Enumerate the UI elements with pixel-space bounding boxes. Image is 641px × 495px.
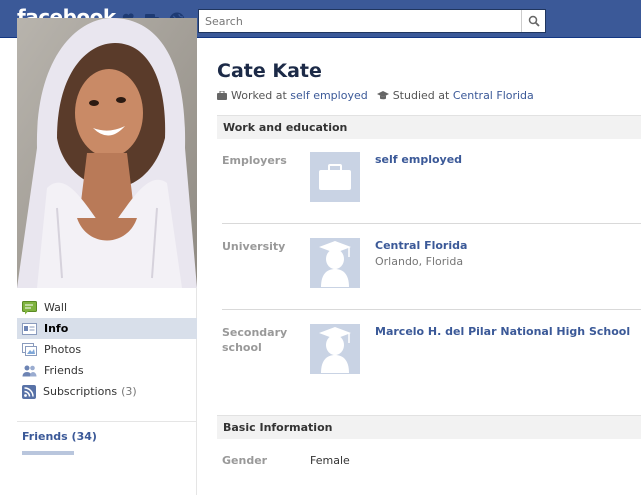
info-icon bbox=[22, 322, 37, 335]
sidebar-item-subscriptions[interactable]: Subscriptions (3) bbox=[17, 381, 197, 402]
employer-thumbnail[interactable] bbox=[310, 152, 360, 202]
studied-link[interactable]: Central Florida bbox=[453, 89, 534, 102]
divider bbox=[222, 309, 641, 310]
profile-name: Cate Kate bbox=[217, 60, 322, 82]
briefcase-small-icon bbox=[217, 91, 227, 100]
university-thumbnail[interactable] bbox=[310, 238, 360, 288]
sidebar-item-photos[interactable]: Photos bbox=[17, 339, 197, 360]
graduate-icon bbox=[319, 241, 351, 287]
profile-photo[interactable] bbox=[17, 18, 197, 288]
subscriptions-icon bbox=[22, 384, 36, 399]
search-input[interactable] bbox=[199, 10, 521, 32]
sidebar-item-info[interactable]: Info bbox=[17, 318, 197, 339]
friend-thumbnails[interactable] bbox=[22, 451, 74, 455]
university-location: Orlando, Florida bbox=[375, 255, 464, 268]
sidebar-item-friends[interactable]: Friends bbox=[17, 360, 197, 381]
graduation-cap-small-icon bbox=[376, 91, 389, 100]
secondary-school-label: Secondary school bbox=[222, 326, 288, 354]
university-name-link[interactable]: Central Florida bbox=[375, 239, 467, 252]
gender-value: Female bbox=[310, 454, 350, 467]
profile-nav: Wall Info Photos Friends Subscriptions (… bbox=[17, 297, 197, 402]
sidebar-item-label: Friends bbox=[44, 364, 84, 377]
studied-prefix: Studied at bbox=[392, 89, 450, 102]
sidebar-item-label: Photos bbox=[44, 343, 82, 356]
worked-link[interactable]: self employed bbox=[290, 89, 367, 102]
graduate-icon bbox=[319, 327, 351, 373]
divider bbox=[17, 421, 197, 422]
subscriptions-count: (3) bbox=[121, 385, 137, 398]
secondary-school-name-link[interactable]: Marcelo H. del Pilar National High Schoo… bbox=[375, 325, 630, 338]
work-education-header: Work and education bbox=[217, 115, 641, 139]
sidebar-item-wall[interactable]: Wall bbox=[17, 297, 197, 318]
briefcase-icon bbox=[319, 164, 351, 190]
university-label: University bbox=[222, 240, 286, 253]
search-icon bbox=[528, 15, 540, 27]
worked-prefix: Worked at bbox=[231, 89, 287, 102]
friends-header-link[interactable]: Friends (34) bbox=[22, 430, 97, 443]
profile-summary: Worked at self employed Studied at Centr… bbox=[217, 89, 534, 102]
divider bbox=[222, 223, 641, 224]
sidebar-item-label: Subscriptions bbox=[43, 385, 118, 398]
employer-name-link[interactable]: self employed bbox=[375, 153, 462, 166]
search-box bbox=[198, 9, 546, 33]
friends-icon bbox=[22, 365, 37, 377]
sidebar-item-label: Wall bbox=[44, 301, 68, 314]
gender-label: Gender bbox=[222, 454, 268, 467]
search-button[interactable] bbox=[521, 10, 545, 32]
photos-icon bbox=[22, 343, 37, 356]
basic-information-header: Basic Information bbox=[217, 415, 641, 439]
sidebar-item-label: Info bbox=[44, 322, 69, 335]
employers-label: Employers bbox=[222, 154, 287, 167]
wall-icon bbox=[22, 300, 37, 314]
secondary-school-thumbnail[interactable] bbox=[310, 324, 360, 374]
